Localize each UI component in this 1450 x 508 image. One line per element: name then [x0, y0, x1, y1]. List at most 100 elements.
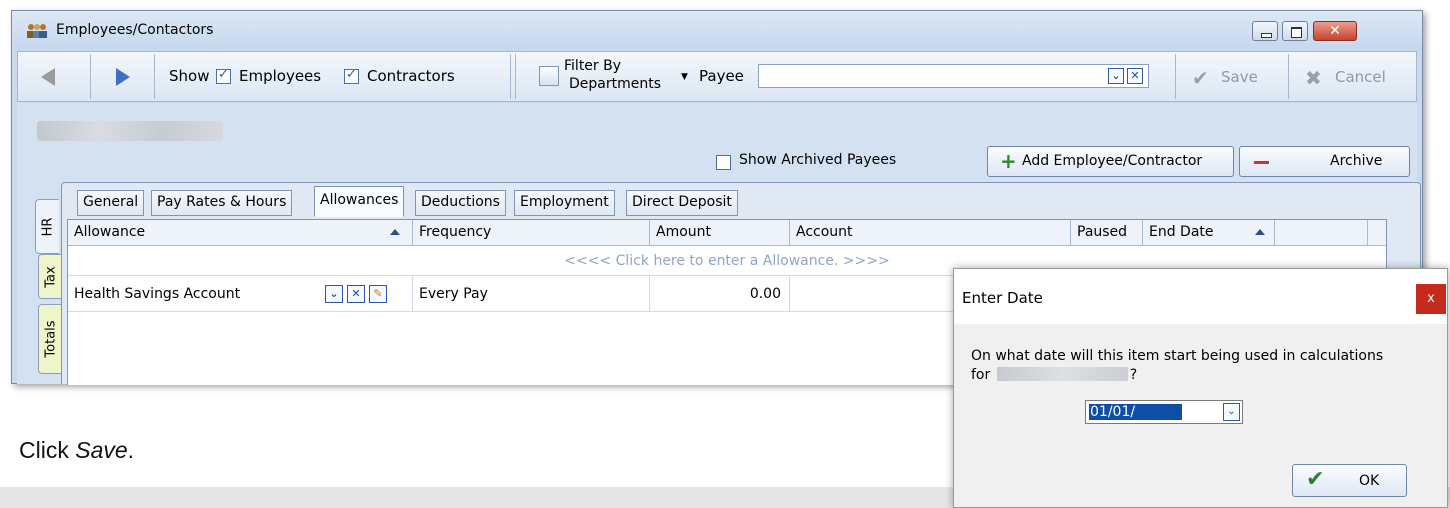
payee-clear-icon[interactable]: ✕	[1127, 68, 1143, 84]
calendar-dropdown-icon[interactable]: ⌄	[1223, 403, 1240, 421]
filter-label-line1: Filter By	[564, 58, 622, 74]
col-label: Account	[796, 224, 853, 240]
cell-text: Health Savings Account	[74, 286, 241, 302]
col-paused[interactable]: Paused	[1071, 220, 1143, 246]
tab-label: Pay Rates & Hours	[157, 194, 287, 210]
toolbar-separator	[1175, 54, 1176, 99]
tab-employment[interactable]: Employment	[514, 190, 615, 216]
sort-ascending-icon	[390, 229, 400, 235]
dialog-message-for: for	[971, 367, 991, 383]
grid-header: Allowance Frequency Amount Account Pause…	[68, 220, 1386, 246]
col-frequency[interactable]: Frequency	[413, 220, 650, 246]
new-row-prompt: <<<< Click here to enter a Allowance. >>…	[564, 253, 890, 269]
dialog-message: On what date will this item start being …	[971, 347, 1441, 385]
payee-dropdown-icon[interactable]: ⌄	[1108, 68, 1124, 84]
employees-checkbox[interactable]	[216, 67, 231, 84]
date-value: 01/01/	[1089, 404, 1182, 420]
col-blank	[1275, 220, 1368, 246]
col-allowance[interactable]: Allowance	[68, 220, 413, 246]
col-label: Paused	[1077, 224, 1128, 240]
side-tab-label: Tax	[43, 265, 58, 288]
window-close-button[interactable]: ✕	[1313, 21, 1357, 41]
archive-label: Archive	[1330, 153, 1383, 169]
col-label: End Date	[1149, 224, 1214, 240]
dialog-title-bar[interactable]: Enter Date x	[954, 269, 1447, 324]
dialog-message-end: ?	[1129, 367, 1138, 383]
toolbar-separator	[90, 54, 91, 99]
contractors-label: Contractors	[367, 67, 455, 85]
col-amount[interactable]: Amount	[650, 220, 790, 246]
add-employee-label: Add Employee/Contractor	[1022, 153, 1203, 169]
filter-by-departments-button[interactable]: Filter By Departments	[564, 57, 661, 93]
tab-direct-deposit[interactable]: Direct Deposit	[626, 190, 738, 216]
tab-label: General	[83, 194, 139, 210]
tab-deductions[interactable]: Deductions	[415, 190, 506, 216]
title-bar[interactable]: Employees/Contactors ✕	[12, 11, 1422, 51]
tab-label: Allowances	[320, 192, 399, 208]
col-label: Amount	[656, 224, 712, 240]
side-tab-totals[interactable]: Totals	[38, 304, 62, 374]
tab-label: Deductions	[421, 194, 500, 210]
filter-label-line2: Departments	[569, 76, 662, 92]
maximize-button[interactable]	[1282, 21, 1308, 41]
show-archived-label: Show Archived Payees	[739, 152, 897, 168]
employees-label: Employees	[239, 67, 322, 85]
add-employee-button[interactable]: + Add Employee/Contractor	[987, 146, 1234, 177]
save-button[interactable]: Save	[1221, 68, 1258, 86]
close-icon: ✕	[1329, 23, 1341, 39]
caption-emphasis: Save	[75, 437, 128, 463]
side-tab-label: HR	[40, 217, 55, 236]
payee-label: Payee	[699, 67, 744, 85]
cell-frequency[interactable]: Every Pay	[413, 276, 650, 312]
toolbar-separator	[1288, 54, 1289, 99]
checkmark-icon: ✔	[1306, 467, 1325, 492]
cell-amount[interactable]: 0.00	[650, 276, 790, 312]
row-clear-icon[interactable]: ✕	[347, 285, 365, 303]
col-label: Frequency	[419, 224, 492, 240]
cell-allowance[interactable]: Health Savings Account ⌄ ✕ ✎	[68, 276, 413, 312]
caption-prefix: Click	[19, 437, 76, 463]
tab-allowances[interactable]: Allowances	[314, 186, 405, 217]
payee-field[interactable]: ⌄ ✕	[758, 64, 1149, 88]
ok-button[interactable]: ✔ OK	[1292, 464, 1407, 497]
next-arrow-icon[interactable]	[116, 68, 130, 86]
cancel-button[interactable]: Cancel	[1335, 68, 1386, 86]
toolbar: Show Employees Contractors Filter By Dep…	[17, 51, 1417, 102]
previous-arrow-icon[interactable]	[41, 68, 55, 86]
caption-suffix: .	[127, 437, 135, 463]
toolbar-separator	[515, 54, 516, 99]
cell-text: 0.00	[749, 286, 781, 302]
side-tab-tax[interactable]: Tax	[38, 254, 62, 299]
col-label: Allowance	[74, 224, 146, 240]
col-account[interactable]: Account	[790, 220, 1071, 246]
plus-icon: +	[1000, 149, 1017, 173]
checkmark-icon: ✔	[1192, 66, 1209, 90]
col-end-date[interactable]: End Date	[1143, 220, 1275, 246]
window-title: Employees/Contactors	[56, 22, 214, 38]
cancel-x-icon: ✖	[1305, 66, 1322, 90]
toolbar-separator	[154, 54, 155, 99]
chevron-down-icon[interactable]: ▼	[681, 72, 688, 82]
side-tab-hr[interactable]: HR	[35, 199, 59, 254]
side-tab-label: Totals	[43, 320, 58, 358]
contractors-checkbox[interactable]	[344, 67, 359, 84]
close-icon: x	[1427, 291, 1435, 306]
tab-pay-rates-hours[interactable]: Pay Rates & Hours	[151, 190, 293, 216]
instruction-caption: Click Save.	[19, 437, 134, 464]
row-edit-icon[interactable]: ✎	[369, 285, 387, 303]
filter-departments-icon[interactable]	[539, 66, 559, 86]
show-archived-checkbox[interactable]	[716, 155, 731, 170]
tab-general[interactable]: General	[77, 190, 145, 216]
dialog-close-button[interactable]: x	[1416, 284, 1446, 314]
date-field[interactable]: 01/01/ ⌄	[1085, 400, 1243, 424]
ok-label: OK	[1359, 473, 1380, 489]
tab-label: Employment	[520, 194, 609, 210]
minimize-button[interactable]	[1252, 21, 1278, 41]
tab-label: Direct Deposit	[632, 194, 732, 210]
minus-icon	[1254, 161, 1269, 164]
sort-ascending-icon	[1255, 229, 1265, 235]
cell-text: Every Pay	[419, 286, 488, 302]
dialog-message-line1: On what date will this item start being …	[971, 348, 1384, 364]
row-dropdown-icon[interactable]: ⌄	[325, 285, 343, 303]
archive-button[interactable]: Archive	[1239, 146, 1410, 177]
